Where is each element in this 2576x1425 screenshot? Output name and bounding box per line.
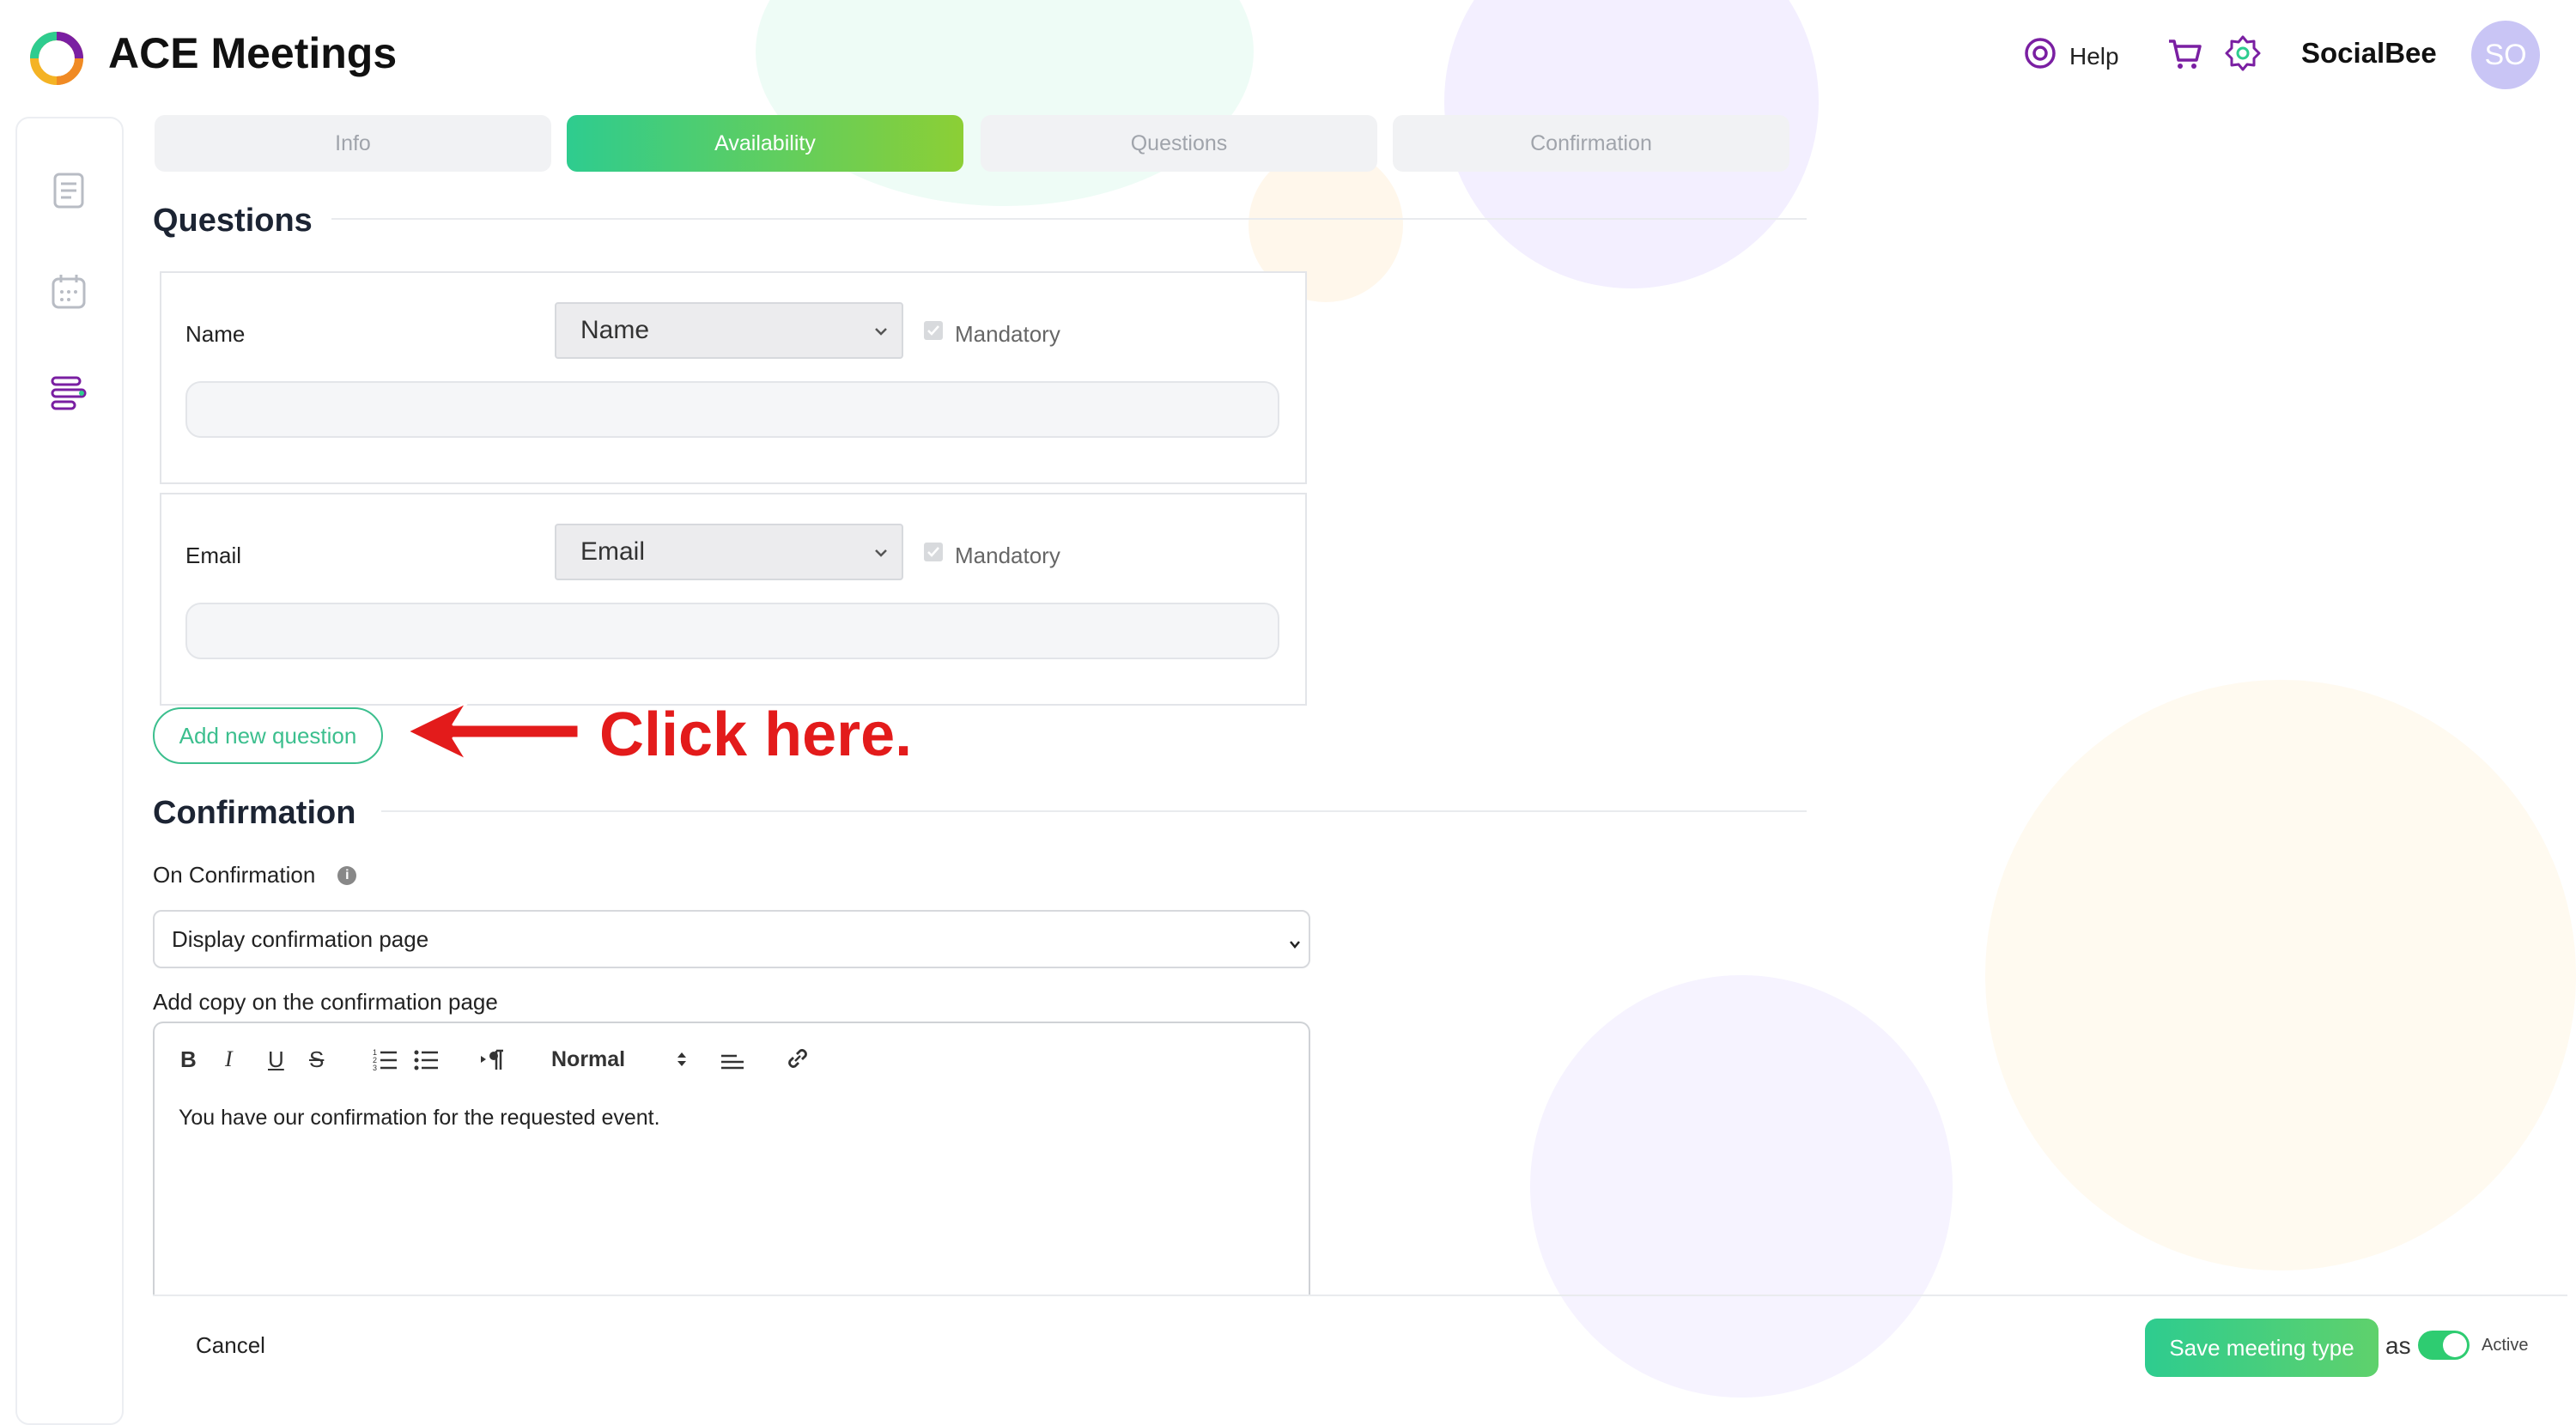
rich-text-editor[interactable]: B I U S 123 Normal You have our confirma…	[153, 1022, 1310, 1296]
questions-divider	[331, 218, 1807, 220]
active-status-label: Active	[2482, 1336, 2529, 1355]
questions-list-icon[interactable]	[48, 373, 89, 414]
toggle-knob	[2443, 1333, 2467, 1357]
chevron-down-icon	[871, 319, 891, 340]
confirmation-divider	[381, 810, 1807, 812]
app-title: ACE Meetings	[108, 29, 398, 77]
mandatory-label: Mandatory	[955, 321, 1060, 347]
mandatory-checkbox[interactable]	[924, 543, 943, 561]
heading-select[interactable]: Normal	[551, 1046, 689, 1073]
cancel-button[interactable]: Cancel	[196, 1332, 265, 1359]
question-card-name: Name Name Mandatory	[160, 271, 1307, 484]
underline-icon[interactable]: U	[268, 1046, 284, 1073]
annotation-text: Click here.	[599, 700, 913, 769]
bg-blob-lavender-bottom	[1530, 975, 1953, 1398]
bullet-list-icon[interactable]	[414, 1046, 440, 1073]
link-icon[interactable]	[785, 1046, 811, 1073]
save-meeting-type-button[interactable]: Save meeting type	[2145, 1319, 2379, 1377]
step-confirmation[interactable]: Confirmation	[1393, 115, 1789, 172]
italic-icon[interactable]: I	[225, 1046, 233, 1073]
footer-divider	[153, 1295, 2567, 1296]
logo-icon[interactable]	[29, 31, 84, 86]
text-direction-icon[interactable]	[479, 1046, 505, 1073]
add-new-question-button[interactable]: Add new question	[153, 707, 383, 764]
questions-title: Questions	[153, 203, 313, 239]
confirmation-title: Confirmation	[153, 795, 356, 831]
step-availability[interactable]: Availability	[567, 115, 963, 172]
document-icon[interactable]	[48, 170, 89, 211]
cart-icon[interactable]	[2166, 34, 2203, 72]
question-card-email: Email Email Mandatory	[160, 493, 1307, 706]
question-type-select[interactable]: Email	[555, 524, 903, 580]
help-link[interactable]: Help	[2023, 36, 2119, 76]
bg-blob-mint	[756, 0, 1254, 206]
on-confirmation-label: On Confirmation	[153, 862, 316, 888]
avatar[interactable]: SO	[2471, 21, 2540, 89]
on-confirmation-label-row: On Confirmation i	[153, 862, 357, 888]
updown-chevron-icon	[677, 1052, 686, 1066]
question-type-value: Name	[580, 316, 650, 344]
mandatory-label: Mandatory	[955, 543, 1060, 568]
bold-icon[interactable]: B	[180, 1046, 197, 1073]
question-label: Email	[185, 543, 242, 568]
editor-content[interactable]: You have our confirmation for the reques…	[179, 1106, 660, 1131]
step-questions[interactable]: Questions	[981, 115, 1377, 172]
chevron-down-icon	[871, 541, 891, 561]
question-input[interactable]	[185, 603, 1279, 659]
question-type-select[interactable]: Name	[555, 302, 903, 359]
sidebar	[15, 117, 124, 1425]
question-type-value: Email	[580, 537, 646, 566]
as-label: as	[2385, 1332, 2411, 1359]
annotation-arrow-icon	[404, 697, 582, 766]
strikethrough-icon[interactable]: S	[309, 1046, 324, 1073]
gear-icon[interactable]	[2224, 34, 2262, 72]
help-label: Help	[2069, 42, 2119, 70]
info-icon[interactable]: i	[337, 865, 357, 885]
on-confirmation-value: Display confirmation page	[172, 925, 429, 952]
calendar-icon[interactable]	[48, 271, 89, 312]
copy-label: Add copy on the confirmation page	[153, 989, 498, 1015]
on-confirmation-select[interactable]: Display confirmation page	[153, 910, 1310, 968]
question-label: Name	[185, 321, 246, 347]
question-input[interactable]	[185, 381, 1279, 438]
step-info[interactable]: Info	[155, 115, 551, 172]
bg-blob-peach-large	[1985, 680, 2576, 1270]
user-name[interactable]: SocialBee	[2301, 34, 2437, 72]
align-icon[interactable]	[720, 1046, 745, 1073]
chevron-down-icon	[1286, 932, 1303, 949]
svg-text:3: 3	[373, 1064, 377, 1071]
active-toggle[interactable]	[2418, 1331, 2470, 1360]
heading-value: Normal	[551, 1046, 626, 1071]
mandatory-checkbox[interactable]	[924, 321, 943, 340]
help-icon	[2023, 36, 2057, 76]
ordered-list-icon[interactable]: 123	[373, 1046, 398, 1073]
